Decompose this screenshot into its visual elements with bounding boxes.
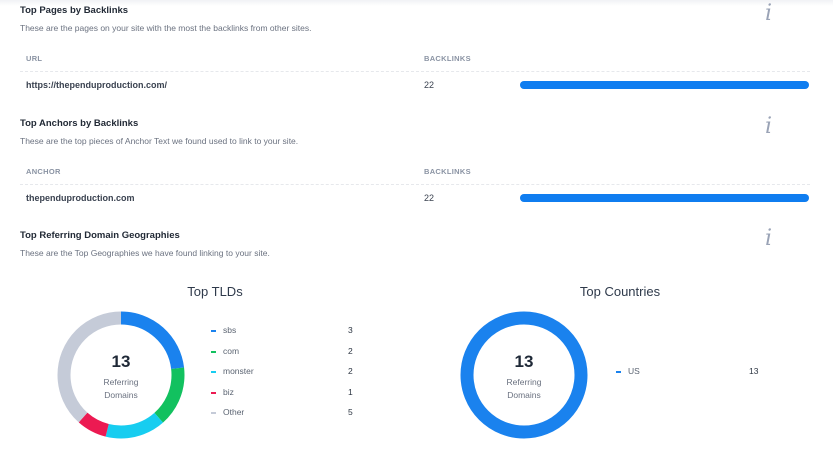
legend-label: Other bbox=[223, 407, 245, 417]
legend-label: sbs bbox=[223, 325, 237, 335]
row-divider bbox=[20, 184, 810, 185]
legend-value: 1 bbox=[348, 386, 353, 397]
tlds-legend-item-sbs[interactable]: sbs 3 bbox=[211, 324, 368, 338]
legend-color-marker bbox=[211, 391, 216, 394]
legend-label: com bbox=[223, 345, 240, 356]
countries-legend-item-us[interactable]: US 13 bbox=[616, 365, 769, 379]
countries-slice-us[interactable] bbox=[460, 311, 588, 439]
top-anchors-title: Top Anchors by Backlinks bbox=[20, 118, 139, 129]
tlds-center-label-2: Domains bbox=[104, 390, 138, 400]
tlds-donut-chart bbox=[57, 311, 185, 439]
geo-title: Top Referring Domain Geographies bbox=[20, 230, 180, 241]
anchor-backlinks-count: 22 bbox=[424, 193, 435, 203]
tlds-legend-item-com[interactable]: com 2 bbox=[211, 345, 368, 359]
legend-color-marker bbox=[616, 371, 621, 373]
countries-center-value: 13 bbox=[514, 352, 534, 371]
tlds-center-value: 13 bbox=[111, 352, 131, 371]
legend-color-marker bbox=[211, 350, 216, 353]
countries-chart-title: Top Countries bbox=[579, 284, 661, 299]
tlds-center-label-1: Referring bbox=[103, 377, 139, 387]
legend-color-marker bbox=[211, 371, 216, 373]
legend-label: monster bbox=[223, 366, 254, 376]
legend-value: 3 bbox=[348, 325, 353, 335]
backlinks-column-header: BACKLINKS bbox=[424, 167, 471, 176]
tlds-legend-item-biz[interactable]: biz 1 bbox=[211, 386, 368, 400]
countries-center-label-1: Referring bbox=[506, 377, 542, 387]
countries-center-label-2: Domains bbox=[507, 390, 541, 400]
legend-value: 2 bbox=[348, 366, 353, 376]
info-icon[interactable]: i bbox=[765, 116, 772, 138]
anchor-text: thependuproduction.com bbox=[26, 193, 135, 203]
tlds-legend-item-other[interactable]: Other 5 bbox=[211, 406, 368, 420]
legend-label: biz bbox=[223, 386, 234, 397]
anchor-column-header: ANCHOR bbox=[26, 167, 61, 176]
countries-donut-chart bbox=[460, 311, 588, 439]
top-anchors-section: Top Anchors by Backlinks These are the t… bbox=[0, 0, 833, 220]
backlinks-bar bbox=[520, 194, 809, 202]
legend-color-marker bbox=[211, 412, 216, 414]
tlds-legend-item-monster[interactable]: monster 2 bbox=[211, 365, 368, 379]
legend-label: US bbox=[628, 366, 640, 376]
info-icon[interactable]: i bbox=[765, 228, 772, 250]
legend-color-marker bbox=[211, 330, 216, 332]
tlds-chart-title: Top TLDs bbox=[187, 284, 243, 299]
top-anchors-subtitle: These are the top pieces of Anchor Text … bbox=[20, 136, 299, 146]
geo-subtitle: These are the Top Geographies we have fo… bbox=[20, 248, 270, 258]
legend-value: 2 bbox=[348, 345, 353, 356]
legend-value: 13 bbox=[749, 366, 759, 376]
legend-value: 5 bbox=[348, 407, 353, 417]
